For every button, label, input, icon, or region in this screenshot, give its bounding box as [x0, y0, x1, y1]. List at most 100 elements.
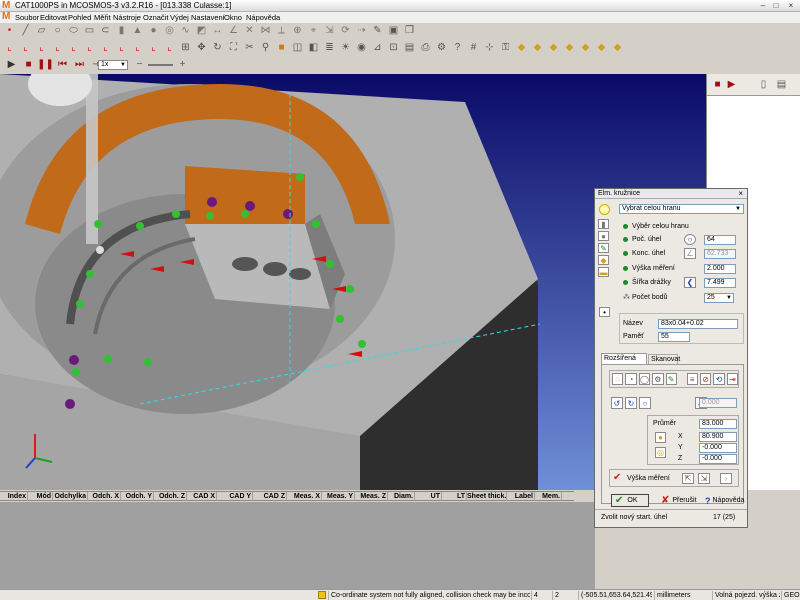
point-count-select[interactable]: 25 ▼	[704, 293, 734, 303]
direction-ccw-icon[interactable]: ↻	[625, 397, 637, 409]
strategy-tool-icon[interactable]: ✎	[665, 373, 677, 385]
layer-icon[interactable]: ≣	[323, 42, 336, 54]
menu-file[interactable]: Soubor	[15, 12, 39, 23]
curve-tool-icon[interactable]: ∿	[179, 25, 192, 37]
distance-tool-icon[interactable]: ↔	[211, 25, 224, 37]
height-tool-2-icon[interactable]: ⇲	[698, 473, 710, 484]
cad-yellow-2-icon[interactable]: ◆	[531, 42, 544, 54]
help-view-icon[interactable]: ?	[451, 42, 464, 54]
minus-icon[interactable]: −	[133, 59, 146, 71]
measure-point[interactable]	[172, 210, 180, 218]
play-icon[interactable]: ▶	[5, 59, 18, 71]
end-angle-icon[interactable]: ∠	[684, 248, 696, 259]
fit-view-icon[interactable]: ⛶	[227, 42, 240, 54]
tolerance-tool-icon[interactable]: ⊕	[291, 25, 304, 37]
close-button[interactable]: ×	[786, 1, 796, 10]
groove-width-icon[interactable]: ❮	[684, 277, 696, 288]
cad-yellow-5-icon[interactable]: ◆	[579, 42, 592, 54]
sphere-tool-icon[interactable]: ●	[147, 25, 160, 37]
strategy-arc-icon[interactable]: ◔	[625, 373, 637, 385]
start-angle-input[interactable]: 64	[704, 235, 736, 245]
strategy-exit-icon[interactable]: ⇥	[726, 373, 738, 385]
col-diameter[interactable]: Diam.	[388, 492, 415, 501]
ok-button[interactable]: ✔ OK	[611, 494, 649, 507]
col-memory[interactable]: Mem.	[535, 492, 562, 501]
axis-front-icon[interactable]: ⌞	[67, 42, 80, 54]
cone-tool-icon[interactable]: ▲	[131, 25, 144, 37]
stop-icon[interactable]: ■	[22, 59, 35, 71]
grid-view-icon[interactable]: #	[467, 42, 480, 54]
option-groove-width[interactable]: Šířka drážky	[632, 278, 671, 287]
cad-yellow-1-icon[interactable]: ◆	[515, 42, 528, 54]
side-tool-4-icon[interactable]: ◆	[598, 255, 609, 265]
groove-width-input[interactable]: 7.499	[704, 278, 736, 288]
col-dev-z[interactable]: Odch. Z	[154, 492, 187, 501]
hidden-view-icon[interactable]: ◧	[307, 42, 320, 54]
help-button[interactable]: ? Nápověda	[703, 494, 747, 507]
maximize-button[interactable]: □	[771, 1, 781, 10]
measure-point[interactable]	[206, 212, 214, 220]
print-view-icon[interactable]: ⎙	[419, 42, 432, 54]
speed-select[interactable]: 1x ▼	[98, 60, 128, 70]
axis-bottom-icon[interactable]: ⌞	[147, 42, 160, 54]
start-angle-icon[interactable]: ○	[684, 234, 696, 245]
step-back-icon[interactable]: ⏮	[56, 59, 69, 71]
panel-tool-1-icon[interactable]: ▯	[757, 79, 770, 91]
section-icon[interactable]: ✂	[243, 42, 256, 54]
camera-icon[interactable]: ◉	[355, 42, 368, 54]
pause-icon[interactable]: ❚❚	[37, 59, 54, 71]
lock-view-icon[interactable]: ⚿	[499, 42, 512, 54]
measure-point[interactable]	[144, 358, 152, 366]
measure-point[interactable]	[358, 340, 366, 348]
surface-tool-icon[interactable]: ◩	[195, 25, 208, 37]
strategy-gear-icon[interactable]: ⚙	[652, 373, 664, 385]
pan-icon[interactable]: ✥	[195, 42, 208, 54]
option-end-angle[interactable]: Konc. úhel	[632, 249, 665, 258]
dialog-close-button[interactable]: ×	[738, 189, 743, 199]
intersection-tool-icon[interactable]: ✕	[243, 25, 256, 37]
slot-tool-icon[interactable]: ⊂	[99, 25, 112, 37]
height-tool-3-icon[interactable]: ›	[720, 473, 732, 484]
report-view-icon[interactable]: ▤	[403, 42, 416, 54]
menu-select[interactable]: Označit	[143, 12, 168, 23]
translate-tool-icon[interactable]: ⇢	[355, 25, 368, 37]
solid-view-icon[interactable]: ■	[275, 42, 288, 54]
cad-yellow-7-icon[interactable]: ◆	[611, 42, 624, 54]
expand-button[interactable]: •	[599, 307, 610, 317]
point-tool-icon[interactable]: •	[3, 25, 16, 37]
measure-point[interactable]	[94, 220, 102, 228]
height-tool-1-icon[interactable]: ⇱	[682, 473, 694, 484]
panel-tool-2-icon[interactable]: ▤	[775, 79, 788, 91]
measure-point[interactable]	[136, 222, 144, 230]
measure-point[interactable]	[312, 220, 320, 228]
menu-window[interactable]: Okno	[224, 12, 242, 23]
axis-user-icon[interactable]: ⌞	[163, 42, 176, 54]
plane-tool-icon[interactable]: ▱	[35, 25, 48, 37]
line-tool-icon[interactable]: ╱	[19, 25, 32, 37]
measure-height-input[interactable]: 2.000	[704, 264, 736, 274]
strategy-stop-icon[interactable]: ⊘	[699, 373, 712, 385]
step-forward-icon[interactable]: ⏭	[73, 59, 86, 71]
circle-tool-icon[interactable]: ○	[51, 25, 64, 37]
coordinate-tool-icon[interactable]: ⌖	[307, 25, 320, 37]
rotate-tool-icon[interactable]: ⟳	[339, 25, 352, 37]
center-circle-icon[interactable]: ◎	[655, 447, 666, 458]
probe-point[interactable]	[69, 355, 79, 365]
direction-full-icon[interactable]: ○	[639, 397, 651, 409]
menu-tools[interactable]: Nástroje	[113, 12, 141, 23]
name-input[interactable]: 83x0.04+0.02	[658, 319, 738, 329]
col-meas-x[interactable]: Meas. X	[287, 492, 322, 501]
plus-icon[interactable]: +	[176, 59, 189, 71]
record-stop-icon[interactable]: ■	[711, 79, 724, 91]
col-cad-x[interactable]: CAD X	[187, 492, 217, 501]
minimize-button[interactable]: –	[758, 1, 768, 10]
probe-point[interactable]	[65, 399, 75, 409]
ellipse-tool-icon[interactable]: ⬭	[67, 25, 80, 37]
copy-tool-icon[interactable]: ❐	[403, 25, 416, 37]
strategy-list-icon[interactable]: ≡	[686, 373, 698, 385]
height-option-label[interactable]: Výška měření	[627, 474, 670, 483]
menu-edit[interactable]: Editovat	[40, 12, 67, 23]
menu-view[interactable]: Pohled	[68, 12, 91, 23]
side-tool-2-icon[interactable]: ●	[598, 231, 609, 241]
strategy-circle-icon[interactable]: ◌	[612, 373, 624, 385]
